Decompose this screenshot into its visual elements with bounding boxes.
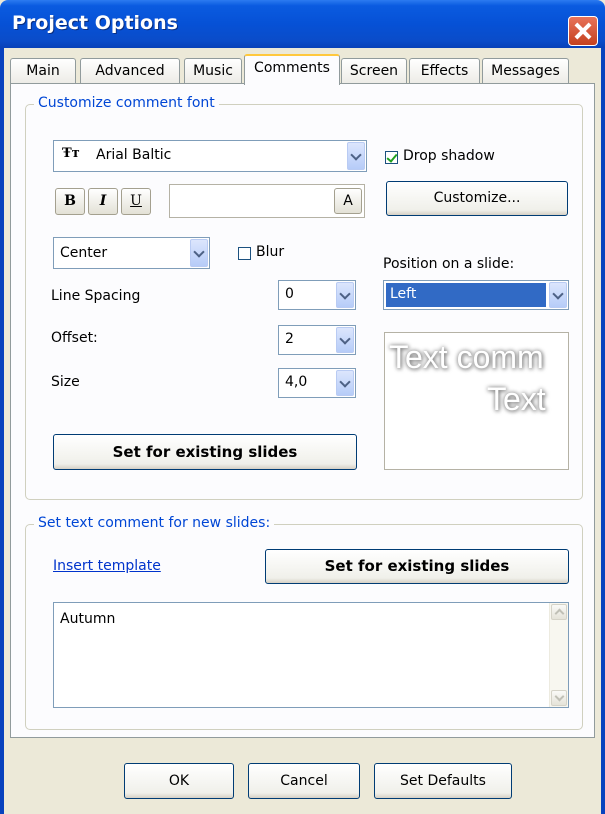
offset-value: 2	[285, 331, 294, 347]
size-select[interactable]: 4,0	[278, 368, 356, 398]
tab-messages[interactable]: Messages	[482, 58, 569, 84]
customize-button[interactable]: Customize...	[386, 181, 568, 216]
set-comment-existing-slides-button[interactable]: Set for existing slides	[265, 549, 569, 584]
bold-button[interactable]: B	[55, 188, 85, 215]
chevron-down-icon[interactable]	[549, 282, 567, 308]
tab-music[interactable]: Music	[184, 58, 242, 84]
position-label: Position on a slide:	[383, 256, 515, 272]
offset-select[interactable]: 2	[278, 325, 356, 355]
drop-shadow-checkbox[interactable]	[385, 151, 398, 164]
size-value: 4,0	[285, 374, 308, 390]
tab-comments[interactable]: Comments	[244, 54, 340, 85]
size-label: Size	[51, 374, 80, 390]
underline-button[interactable]: U	[121, 188, 151, 215]
line-spacing-label: Line Spacing	[51, 288, 141, 304]
drop-shadow-label: Drop shadow	[403, 148, 495, 164]
window-frame-left	[0, 48, 4, 814]
blur-checkbox[interactable]	[238, 247, 251, 260]
alignment-select[interactable]: Center	[53, 237, 210, 269]
line-spacing-select[interactable]: 0	[278, 280, 356, 310]
text-preview: Text comm Text	[384, 332, 569, 470]
offset-label: Offset:	[51, 330, 98, 346]
tab-effects[interactable]: Effects	[409, 58, 480, 84]
comment-group-legend: Set text comment for new slides:	[34, 515, 275, 531]
preview-line-1: Text comm	[389, 339, 544, 375]
chevron-down-icon[interactable]	[190, 239, 208, 267]
set-font-existing-slides-button[interactable]: Set for existing slides	[53, 434, 357, 470]
position-select[interactable]: Left	[383, 280, 569, 310]
line-spacing-value: 0	[285, 286, 294, 302]
scroll-down-arrow-icon[interactable]	[551, 690, 567, 706]
tab-advanced[interactable]: Advanced	[80, 58, 180, 84]
chevron-down-icon[interactable]	[336, 327, 354, 353]
font-type-icon: Ŧт	[62, 146, 80, 161]
alignment-value: Center	[60, 245, 108, 261]
comment-scrollbar[interactable]	[549, 603, 568, 707]
chevron-down-icon[interactable]	[336, 282, 354, 308]
italic-button[interactable]: I	[88, 188, 118, 215]
chevron-down-icon[interactable]	[347, 142, 365, 170]
font-name-select[interactable]: Ŧт Arial Baltic	[53, 140, 367, 172]
font-group-legend: Customize comment font	[34, 95, 219, 111]
font-color-swatch[interactable]: A	[169, 184, 365, 218]
close-button[interactable]	[568, 16, 598, 46]
blur-label: Blur	[256, 244, 285, 260]
comment-text: Autumn	[60, 611, 116, 627]
font-color-button[interactable]: A	[334, 188, 362, 214]
title-bar: Project Options	[0, 0, 605, 48]
set-defaults-button[interactable]: Set Defaults	[374, 763, 512, 799]
window-frame-right	[601, 48, 605, 814]
scroll-up-arrow-icon[interactable]	[551, 604, 567, 620]
comment-text-area[interactable]: Autumn	[53, 602, 569, 708]
position-value: Left	[390, 286, 417, 302]
font-name-value: Arial Baltic	[96, 147, 172, 163]
ok-button[interactable]: OK	[124, 763, 234, 799]
insert-template-link[interactable]: Insert template	[53, 558, 161, 574]
tab-main[interactable]: Main	[10, 58, 76, 84]
preview-line-2: Text	[487, 381, 546, 417]
tab-screen[interactable]: Screen	[341, 58, 407, 84]
chevron-down-icon[interactable]	[336, 370, 354, 396]
cancel-button[interactable]: Cancel	[248, 763, 360, 799]
window-title: Project Options	[12, 12, 178, 34]
tab-panel: Customize comment font Ŧт Arial Baltic B…	[10, 83, 595, 738]
